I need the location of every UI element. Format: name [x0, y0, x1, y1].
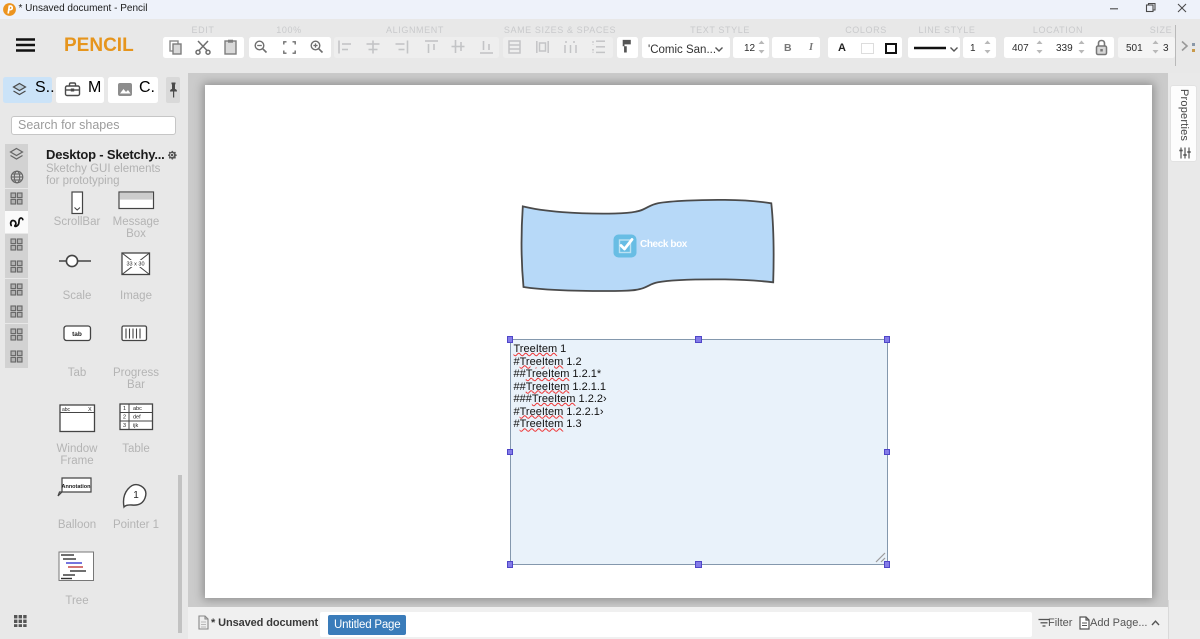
svg-text:tab: tab [72, 331, 82, 338]
svg-text:X: X [88, 407, 92, 413]
svg-text:ijk: ijk [133, 423, 138, 429]
svg-text:1: 1 [133, 490, 139, 501]
svg-text:2: 2 [123, 415, 126, 421]
svg-text:abc: abc [62, 407, 71, 413]
svg-text:Annotation: Annotation [61, 484, 91, 490]
svg-text:abc: abc [133, 406, 142, 412]
svg-text:1: 1 [123, 406, 126, 412]
svg-text:3: 3 [123, 423, 126, 429]
svg-text:def: def [133, 415, 141, 421]
svg-text:33 x 30: 33 x 30 [126, 262, 144, 268]
